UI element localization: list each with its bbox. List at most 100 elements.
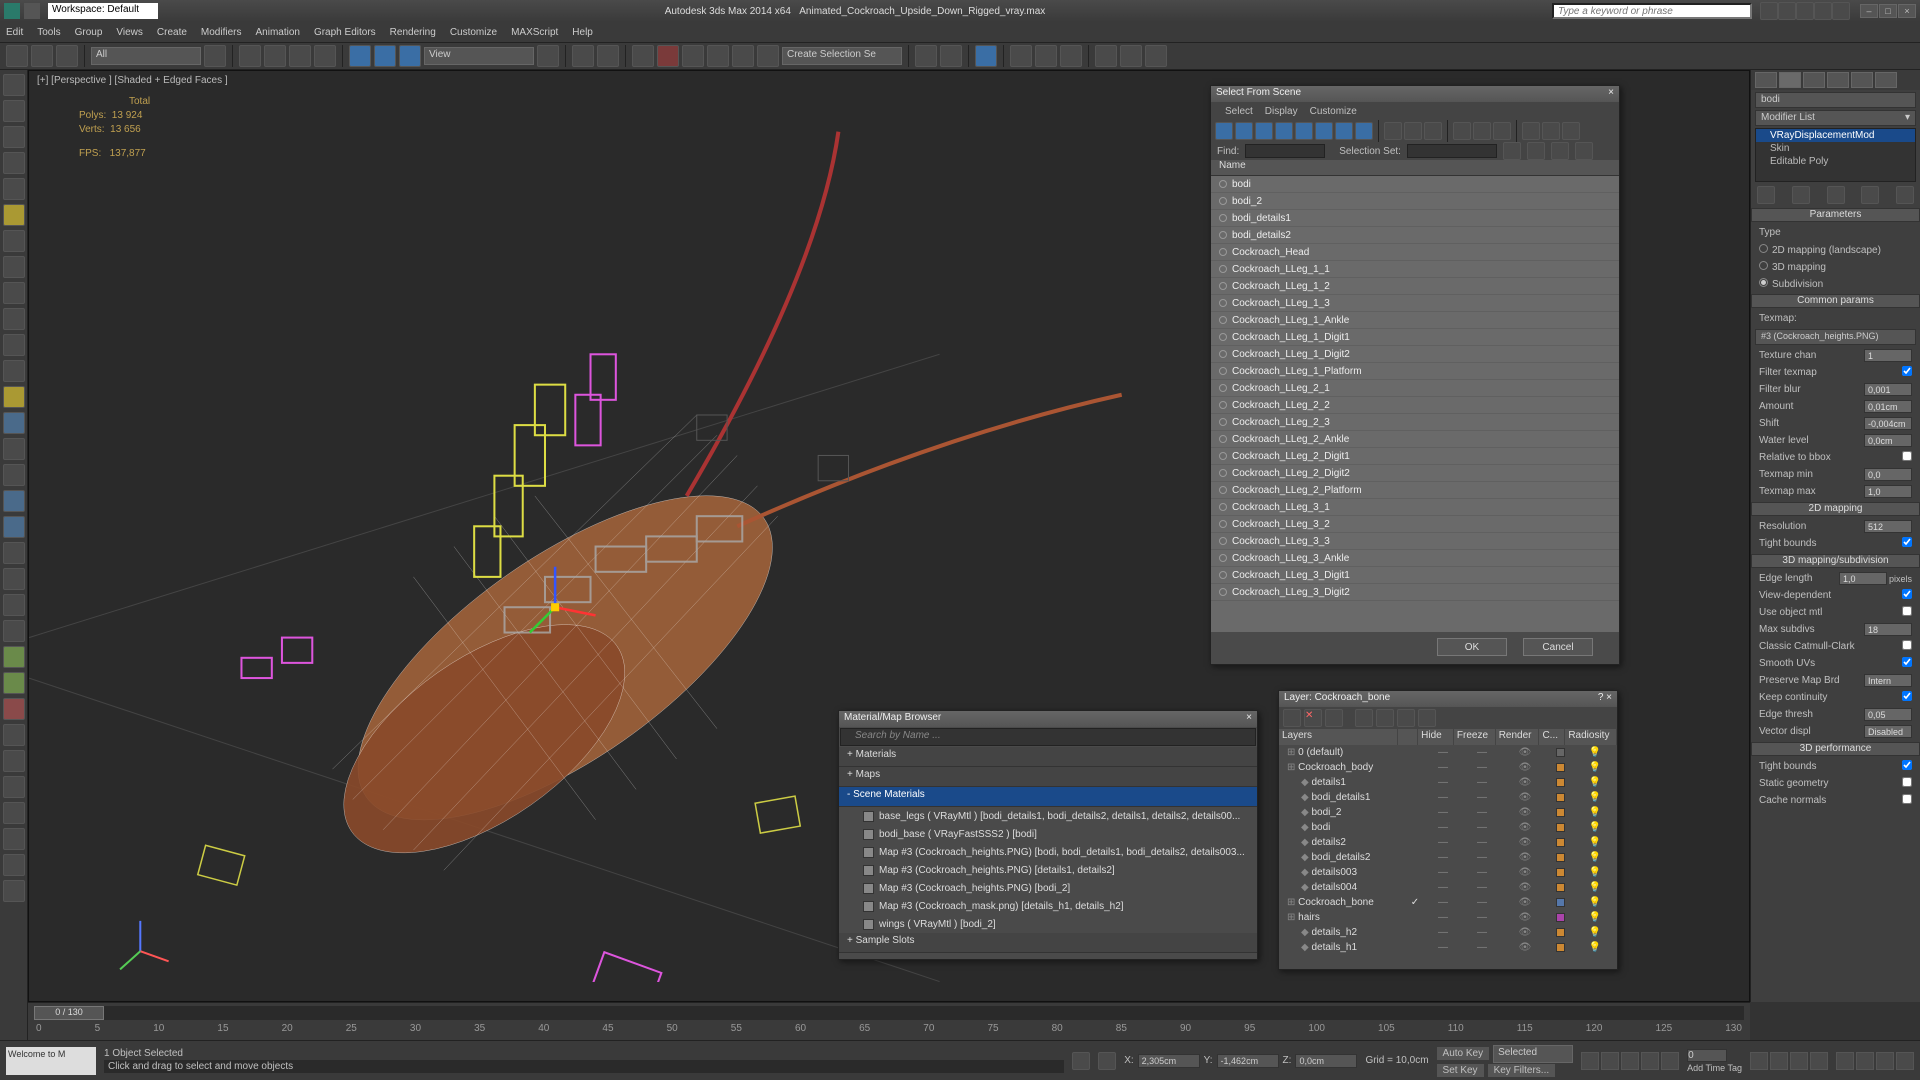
left-tool-icon[interactable] <box>3 698 25 720</box>
scene-list-item[interactable]: Cockroach_LLeg_3_3 <box>1211 533 1619 550</box>
left-tool-icon[interactable] <box>3 490 25 512</box>
dialog-titlebar[interactable]: Material/Map Browser× <box>839 711 1257 727</box>
hide-icon[interactable] <box>1397 709 1415 727</box>
rollout-perf[interactable]: 3D performance <box>1751 742 1920 756</box>
x-input[interactable] <box>1138 1054 1200 1068</box>
layer-row[interactable]: ◆ details1——👁💡 <box>1279 775 1617 790</box>
left-tool-icon[interactable] <box>3 178 25 200</box>
prev-frame-icon[interactable] <box>1601 1052 1619 1070</box>
mirror-button[interactable] <box>915 45 937 67</box>
highlight-icon[interactable] <box>1376 709 1394 727</box>
layer-row[interactable]: ◆ bodi_details1——👁💡 <box>1279 790 1617 805</box>
time-slider[interactable]: 0 / 130 <box>34 1006 1744 1020</box>
left-tool-icon[interactable] <box>3 880 25 902</box>
menu-customize[interactable]: Customize <box>450 27 497 38</box>
view-icon[interactable] <box>1473 122 1491 140</box>
scene-list-item[interactable]: Cockroach_LLeg_3_Ankle <box>1211 550 1619 567</box>
param-spinner[interactable] <box>1864 520 1912 533</box>
param-spinner[interactable] <box>1864 725 1912 738</box>
layer-row[interactable]: ◆ details003——👁💡 <box>1279 865 1617 880</box>
keyfilters-button[interactable]: Key Filters... <box>1488 1064 1556 1077</box>
scene-list-item[interactable]: bodi_details1 <box>1211 210 1619 227</box>
create-tab[interactable] <box>1755 72 1777 88</box>
param-checkbox[interactable] <box>1902 537 1912 547</box>
menu-views[interactable]: Views <box>116 27 143 38</box>
align-button[interactable] <box>940 45 962 67</box>
toolbar-icon[interactable] <box>1778 2 1796 20</box>
menu-edit[interactable]: Edit <box>6 27 23 38</box>
minimize-button[interactable]: – <box>1860 4 1878 18</box>
param-checkbox[interactable] <box>1902 606 1912 616</box>
selset-icon[interactable] <box>1551 142 1569 160</box>
rollout-2d[interactable]: 2D mapping <box>1751 502 1920 516</box>
nav-icon[interactable] <box>1810 1052 1828 1070</box>
left-tool-icon[interactable] <box>3 334 25 356</box>
workspace-dropdown[interactable]: Workspace: Default <box>48 3 158 19</box>
layer-col-header[interactable]: Hide <box>1418 729 1454 745</box>
close-icon[interactable]: × <box>1606 692 1612 703</box>
param-spinner[interactable] <box>1864 623 1912 636</box>
new-layer-icon[interactable] <box>1283 709 1301 727</box>
freeze-icon[interactable] <box>1418 709 1436 727</box>
param-checkbox[interactable] <box>1902 366 1912 376</box>
isolate-icon[interactable] <box>1098 1052 1116 1070</box>
goto-end-icon[interactable] <box>1661 1052 1679 1070</box>
close-button[interactable]: × <box>1898 4 1916 18</box>
remove-mod-icon[interactable] <box>1861 186 1879 204</box>
nav-icon[interactable] <box>1836 1052 1854 1070</box>
modifier-item[interactable]: VRayDisplacementMod <box>1756 129 1915 142</box>
keymode-dropdown[interactable]: Selected <box>1493 1045 1573 1063</box>
selset-icon[interactable] <box>1527 142 1545 160</box>
left-tool-icon[interactable] <box>3 750 25 772</box>
layer-col-header[interactable]: Layers <box>1279 729 1398 745</box>
filter-all-dropdown[interactable]: All <box>91 47 201 65</box>
layer-row[interactable]: ◆ bodi_details2——👁💡 <box>1279 850 1617 865</box>
scene-list-item[interactable]: Cockroach_LLeg_1_Ankle <box>1211 312 1619 329</box>
display-tab[interactable] <box>1851 72 1873 88</box>
nav-icon[interactable] <box>1790 1052 1808 1070</box>
utilities-tab[interactable] <box>1875 72 1897 88</box>
material-item[interactable]: Map #3 (Cockroach_heights.PNG) [details1… <box>839 861 1257 879</box>
show-result-icon[interactable] <box>1792 186 1810 204</box>
render-setup-button[interactable] <box>1095 45 1117 67</box>
scene-tab[interactable]: Customize <box>1310 106 1357 117</box>
create-selection-input[interactable]: Create Selection Se <box>782 47 902 65</box>
layer-row[interactable]: ◆ bodi_2——👁💡 <box>1279 805 1617 820</box>
redo-button[interactable] <box>31 45 53 67</box>
menu-tools[interactable]: Tools <box>37 27 60 38</box>
undo-button[interactable] <box>6 45 28 67</box>
layer-col-header[interactable]: Radiosity <box>1565 729 1617 745</box>
param-checkbox[interactable] <box>1902 794 1912 804</box>
edit-sel-button[interactable] <box>757 45 779 67</box>
left-tool-icon[interactable] <box>3 646 25 668</box>
param-spinner[interactable] <box>1864 485 1912 498</box>
menu-rendering[interactable]: Rendering <box>390 27 436 38</box>
motion-tab[interactable] <box>1827 72 1849 88</box>
scene-list-item[interactable]: Cockroach_LLeg_2_2 <box>1211 397 1619 414</box>
scene-tab[interactable]: Display <box>1265 106 1298 117</box>
layer-col-header[interactable]: Render <box>1496 729 1540 745</box>
add-time-tag[interactable]: Add Time Tag <box>1687 1063 1742 1073</box>
list-header-name[interactable]: Name <box>1211 160 1619 176</box>
select-name-button[interactable] <box>264 45 286 67</box>
maxscript-listener[interactable]: Welcome to M <box>6 1047 96 1075</box>
param-checkbox[interactable] <box>1902 777 1912 787</box>
select-region-button[interactable] <box>289 45 311 67</box>
left-tool-icon[interactable] <box>3 594 25 616</box>
link-button[interactable] <box>56 45 78 67</box>
menu-animation[interactable]: Animation <box>255 27 299 38</box>
param-checkbox[interactable] <box>1902 640 1912 650</box>
setkey-button[interactable]: Set Key <box>1437 1064 1484 1077</box>
left-tool-icon[interactable] <box>3 776 25 798</box>
scene-list-item[interactable]: Cockroach_LLeg_1_Digit1 <box>1211 329 1619 346</box>
maximize-button[interactable]: □ <box>1879 4 1897 18</box>
scene-list-item[interactable]: bodi_2 <box>1211 193 1619 210</box>
left-tool-icon[interactable] <box>3 620 25 642</box>
selection-set-input[interactable] <box>1407 144 1497 158</box>
layer-row[interactable]: ⊞ hairs——👁💡 <box>1279 910 1617 925</box>
left-tool-icon[interactable] <box>3 256 25 278</box>
material-item[interactable]: Map #3 (Cockroach_mask.png) [details_h1,… <box>839 897 1257 915</box>
modifier-stack[interactable]: VRayDisplacementMod Skin Editable Poly <box>1755 128 1916 182</box>
keyboard-button[interactable] <box>597 45 619 67</box>
ok-button[interactable]: OK <box>1437 638 1507 656</box>
